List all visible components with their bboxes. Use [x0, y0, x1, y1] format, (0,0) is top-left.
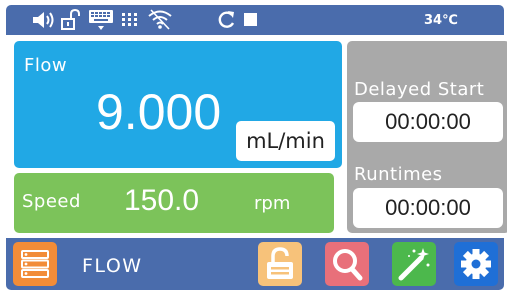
- wifi-icon[interactable]: [146, 5, 174, 35]
- flow-panel[interactable]: Flow 9.000 mL/min: [14, 41, 342, 168]
- stop-icon[interactable]: [242, 5, 260, 35]
- pump-screen: 34℃ Flow 9.000 mL/min Speed 150.0 rpm De…: [0, 0, 507, 292]
- menu-list-icon: [21, 250, 49, 278]
- flow-unit-button[interactable]: mL/min: [236, 121, 335, 161]
- unlocked-icon[interactable]: [60, 5, 82, 35]
- delayed-start-field[interactable]: 00:00:00: [353, 102, 503, 142]
- speed-label: Speed: [22, 191, 81, 212]
- unlock-button[interactable]: [258, 242, 302, 286]
- main-area: Flow 9.000 mL/min Speed 150.0 rpm Delaye…: [6, 35, 507, 236]
- search-button[interactable]: [325, 242, 369, 286]
- mode-title: FLOW: [82, 255, 143, 277]
- keypad-icon[interactable]: [120, 5, 142, 35]
- calibrate-wand-icon: [398, 248, 430, 281]
- flow-label: Flow: [24, 55, 68, 76]
- search-icon: [333, 249, 363, 281]
- keyboard-icon[interactable]: [88, 5, 114, 35]
- delayed-start-label: Delayed Start: [354, 79, 485, 100]
- bottom-nav: FLOW: [6, 238, 504, 290]
- speed-panel[interactable]: Speed 150.0 rpm: [14, 173, 334, 233]
- timer-panel: Delayed Start 00:00:00 Runtimes 00:00:00: [347, 41, 507, 233]
- menu-button[interactable]: [13, 242, 57, 286]
- status-bar: 34℃: [6, 5, 504, 35]
- calibrate-button[interactable]: [392, 242, 436, 286]
- flow-value[interactable]: 9.000: [96, 83, 221, 141]
- unlock-icon: [267, 247, 293, 279]
- settings-gear-icon: [461, 249, 491, 279]
- speed-value[interactable]: 150.0: [124, 184, 199, 218]
- refresh-icon[interactable]: [215, 5, 237, 35]
- settings-button[interactable]: [454, 242, 498, 286]
- speed-unit: rpm: [254, 193, 291, 214]
- runtimes-field[interactable]: 00:00:00: [353, 188, 503, 228]
- temperature-readout: 34℃: [424, 13, 458, 28]
- runtimes-label: Runtimes: [354, 164, 443, 185]
- speaker-icon[interactable]: [31, 5, 57, 35]
